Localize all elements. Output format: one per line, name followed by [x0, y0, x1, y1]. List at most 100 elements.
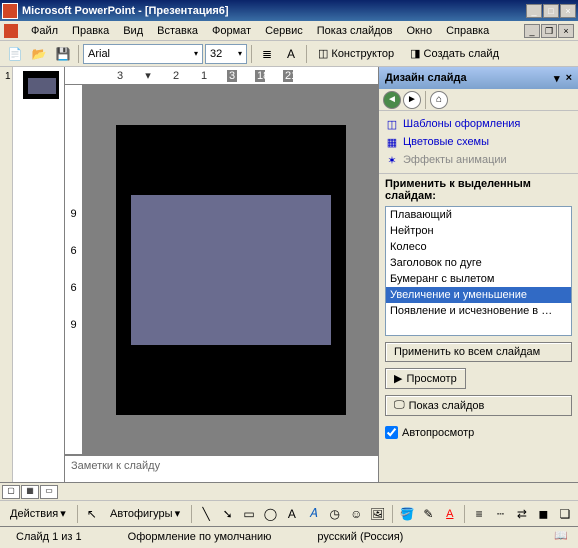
sorter-view-button[interactable]: ▦: [21, 485, 39, 499]
constructor-icon: ◫: [318, 47, 328, 60]
monitor-icon: 🖵: [394, 399, 405, 412]
nav-forward-button[interactable]: ►: [403, 91, 421, 109]
vertical-ruler[interactable]: 9669: [65, 85, 83, 454]
list-item[interactable]: Нейтрон: [386, 223, 571, 239]
menu-edit[interactable]: Правка: [65, 23, 116, 39]
menu-slideshow[interactable]: Показ слайдов: [310, 23, 400, 39]
list-item[interactable]: Бумеранг с вылетом: [386, 271, 571, 287]
shadow-tool[interactable]: ◼: [534, 503, 552, 525]
menu-view[interactable]: Вид: [116, 23, 150, 39]
status-slide-info: Слайд 1 из 1: [8, 531, 90, 543]
list-item[interactable]: Появление и исчезновение в …: [386, 303, 571, 319]
clipart-tool[interactable]: ☺: [347, 503, 365, 525]
line-style-tool[interactable]: ≡: [470, 503, 488, 525]
animation-icon: ✶: [385, 153, 399, 167]
list-item[interactable]: Колесо: [386, 239, 571, 255]
template-icon: ◫: [385, 117, 399, 131]
status-spellcheck-icon[interactable]: 📖: [554, 529, 570, 545]
view-buttons: ▢ ▦ ▭: [0, 482, 578, 500]
textbox-tool[interactable]: A: [283, 503, 301, 525]
new-slide-button[interactable]: ◨ Создать слайд: [403, 43, 506, 65]
window-title: Microsoft PowerPoint - [Презентация6]: [22, 5, 526, 17]
maximize-button[interactable]: □: [543, 4, 559, 18]
3d-tool[interactable]: ❏: [556, 503, 574, 525]
menu-tools[interactable]: Сервис: [258, 23, 310, 39]
status-design: Оформление по умолчанию: [120, 531, 280, 543]
arrow-tool[interactable]: ➘: [218, 503, 236, 525]
oval-tool[interactable]: ◯: [261, 503, 279, 525]
status-language: русский (Россия): [309, 531, 411, 543]
doc-close-button[interactable]: ×: [558, 24, 574, 38]
menu-help[interactable]: Справка: [439, 23, 496, 39]
rectangle-tool[interactable]: ▭: [240, 503, 258, 525]
new-slide-icon: ◨: [410, 47, 420, 60]
dash-style-tool[interactable]: ┄: [491, 503, 509, 525]
menu-file[interactable]: Файл: [24, 23, 65, 39]
doc-restore-button[interactable]: ❐: [541, 24, 557, 38]
arrow-style-tool[interactable]: ⇄: [513, 503, 531, 525]
apply-to-label: Применить к выделенным слайдам:: [379, 174, 578, 206]
play-icon: ▶: [394, 372, 402, 385]
taskpane-header: Дизайн слайда ▾ ×: [379, 67, 578, 89]
link-animation-effects[interactable]: ✶ Эффекты анимации: [385, 151, 572, 169]
apply-all-button[interactable]: Применить ко всем слайдам: [385, 342, 572, 362]
list-item-selected[interactable]: Увеличение и уменьшение: [386, 287, 571, 303]
taskpane-menu-arrow[interactable]: ▾: [554, 72, 560, 85]
link-color-schemes[interactable]: ▦ Цветовые схемы: [385, 133, 572, 151]
standard-toolbar: 📄 📂 💾 Arial▾ 32▾ ≣ A ◫ Конструктор ◨ Соз…: [0, 41, 578, 67]
nav-back-button[interactable]: ◄: [383, 91, 401, 109]
font-size-combo[interactable]: 32▾: [205, 44, 247, 64]
close-button[interactable]: ×: [560, 4, 576, 18]
slide-thumbnail-1[interactable]: [23, 71, 59, 99]
menu-format[interactable]: Формат: [205, 23, 258, 39]
open-button[interactable]: 📂: [28, 43, 50, 65]
new-doc-button[interactable]: 📄: [4, 43, 26, 65]
preview-button[interactable]: ▶ Просмотр: [385, 368, 466, 389]
fill-color-tool[interactable]: 🪣: [398, 503, 416, 525]
menu-window[interactable]: Окно: [400, 23, 440, 39]
app-icon: [2, 3, 18, 19]
actions-menu[interactable]: Действия ▾: [4, 505, 72, 522]
task-pane: Дизайн слайда ▾ × ◄ ► ⌂ ◫ Шаблоны оформл…: [378, 67, 578, 482]
diagram-tool[interactable]: ◷: [326, 503, 344, 525]
line-tool[interactable]: ╲: [197, 503, 215, 525]
constructor-button[interactable]: ◫ Конструктор: [311, 43, 401, 65]
statusbar: Слайд 1 из 1 Оформление по умолчанию рус…: [0, 526, 578, 546]
select-tool[interactable]: ↖: [83, 503, 101, 525]
font-color-tool[interactable]: A: [441, 503, 459, 525]
normal-view-button[interactable]: ▢: [2, 485, 20, 499]
color-scheme-icon: ▦: [385, 135, 399, 149]
wordart-tool[interactable]: 𝐴: [304, 503, 322, 525]
list-item[interactable]: Заголовок по дуге: [386, 255, 571, 271]
doc-icon: [4, 24, 18, 38]
menu-insert[interactable]: Вставка: [150, 23, 205, 39]
line-color-tool[interactable]: ✎: [419, 503, 437, 525]
drawing-toolbar: Действия ▾ ↖ Автофигуры ▾ ╲ ➘ ▭ ◯ A 𝐴 ◷ …: [0, 500, 578, 526]
list-item[interactable]: Плавающий: [386, 207, 571, 223]
doc-minimize-button[interactable]: _: [524, 24, 540, 38]
horizontal-ruler[interactable]: 3▾21 31821: [65, 67, 378, 85]
notes-pane[interactable]: Заметки к слайду: [65, 454, 378, 482]
slide-content-placeholder[interactable]: [131, 195, 331, 345]
autopreview-checkbox[interactable]: [385, 426, 398, 439]
minimize-button[interactable]: _: [526, 4, 542, 18]
slideshow-view-button[interactable]: ▭: [40, 485, 58, 499]
autoshapes-menu[interactable]: Автофигуры ▾: [104, 505, 186, 522]
bullets-button[interactable]: ≣: [256, 43, 278, 65]
font-grow-button[interactable]: A: [280, 43, 302, 65]
effects-listbox[interactable]: Плавающий Нейтрон Колесо Заголовок по ду…: [385, 206, 572, 336]
slide-canvas[interactable]: [116, 125, 346, 415]
menubar: Файл Правка Вид Вставка Формат Сервис По…: [0, 21, 578, 41]
taskpane-close-button[interactable]: ×: [566, 72, 572, 85]
thumbnail-panel[interactable]: 1: [13, 67, 65, 482]
nav-home-button[interactable]: ⌂: [430, 91, 448, 109]
link-design-templates[interactable]: ◫ Шаблоны оформления: [385, 115, 572, 133]
autopreview-label: Автопросмотр: [402, 427, 474, 439]
editor-area: 3▾21 31821 9669 Заметки к слайду: [65, 67, 378, 482]
save-button[interactable]: 💾: [52, 43, 74, 65]
slideshow-button[interactable]: 🖵 Показ слайдов: [385, 395, 572, 416]
picture-tool[interactable]: 🖼: [368, 503, 386, 525]
thumb-number: 1: [5, 71, 11, 82]
font-name-combo[interactable]: Arial▾: [83, 44, 203, 64]
window-titlebar: Microsoft PowerPoint - [Презентация6] _ …: [0, 0, 578, 21]
